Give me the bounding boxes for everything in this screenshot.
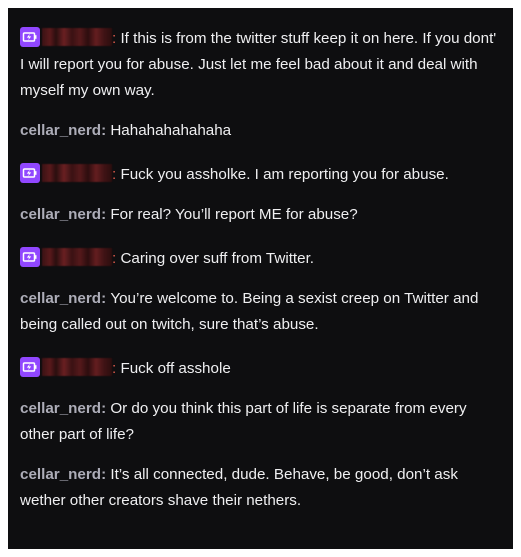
username[interactable]: cellar_nerd xyxy=(20,206,101,223)
chat-message: cellar_nerd: Or do you think this part o… xyxy=(20,396,499,448)
chat-message: cellar_nerd: For real? You’ll report ME … xyxy=(20,202,499,228)
battery-bolt-icon[interactable] xyxy=(20,27,40,47)
message-text: For real? You’ll report ME for abuse? xyxy=(110,206,358,223)
username[interactable]: cellar_nerd xyxy=(20,466,101,483)
message-text: Caring over suff from Twitter. xyxy=(120,250,315,267)
chat-message: cellar_nerd: Hahahahahahaha xyxy=(20,118,499,144)
username[interactable]: cellar_nerd xyxy=(20,290,101,307)
username[interactable]: cellar_nerd xyxy=(20,400,101,417)
username-colon: : xyxy=(101,122,111,139)
message-text: Fuck off asshole xyxy=(120,360,231,377)
redacted-username[interactable] xyxy=(42,164,112,182)
message-text: Fuck you assholke. I am reporting you fo… xyxy=(120,166,449,183)
redacted-username[interactable] xyxy=(42,248,112,266)
redacted-username[interactable] xyxy=(42,358,112,376)
username-colon: : xyxy=(101,400,111,417)
chat-message: : Fuck off asshole xyxy=(20,356,499,382)
battery-bolt-icon[interactable] xyxy=(20,163,40,183)
chat-message: : Fuck you assholke. I am reporting you … xyxy=(20,162,499,188)
chat-panel: : If this is from the twitter stuff keep… xyxy=(8,8,513,549)
redacted-username[interactable] xyxy=(42,28,112,46)
username-colon: : xyxy=(101,206,111,223)
chat-message: cellar_nerd: It’s all connected, dude. B… xyxy=(20,462,499,514)
username-colon: : xyxy=(101,466,111,483)
chat-message: cellar_nerd: You’re welcome to. Being a … xyxy=(20,286,499,338)
username-colon: : xyxy=(101,290,111,307)
battery-bolt-icon[interactable] xyxy=(20,247,40,267)
username[interactable]: cellar_nerd xyxy=(20,122,101,139)
chat-message: : Caring over suff from Twitter. xyxy=(20,246,499,272)
battery-bolt-icon[interactable] xyxy=(20,357,40,377)
message-text: Hahahahahahaha xyxy=(110,122,232,139)
chat-message: : If this is from the twitter stuff keep… xyxy=(20,26,499,104)
